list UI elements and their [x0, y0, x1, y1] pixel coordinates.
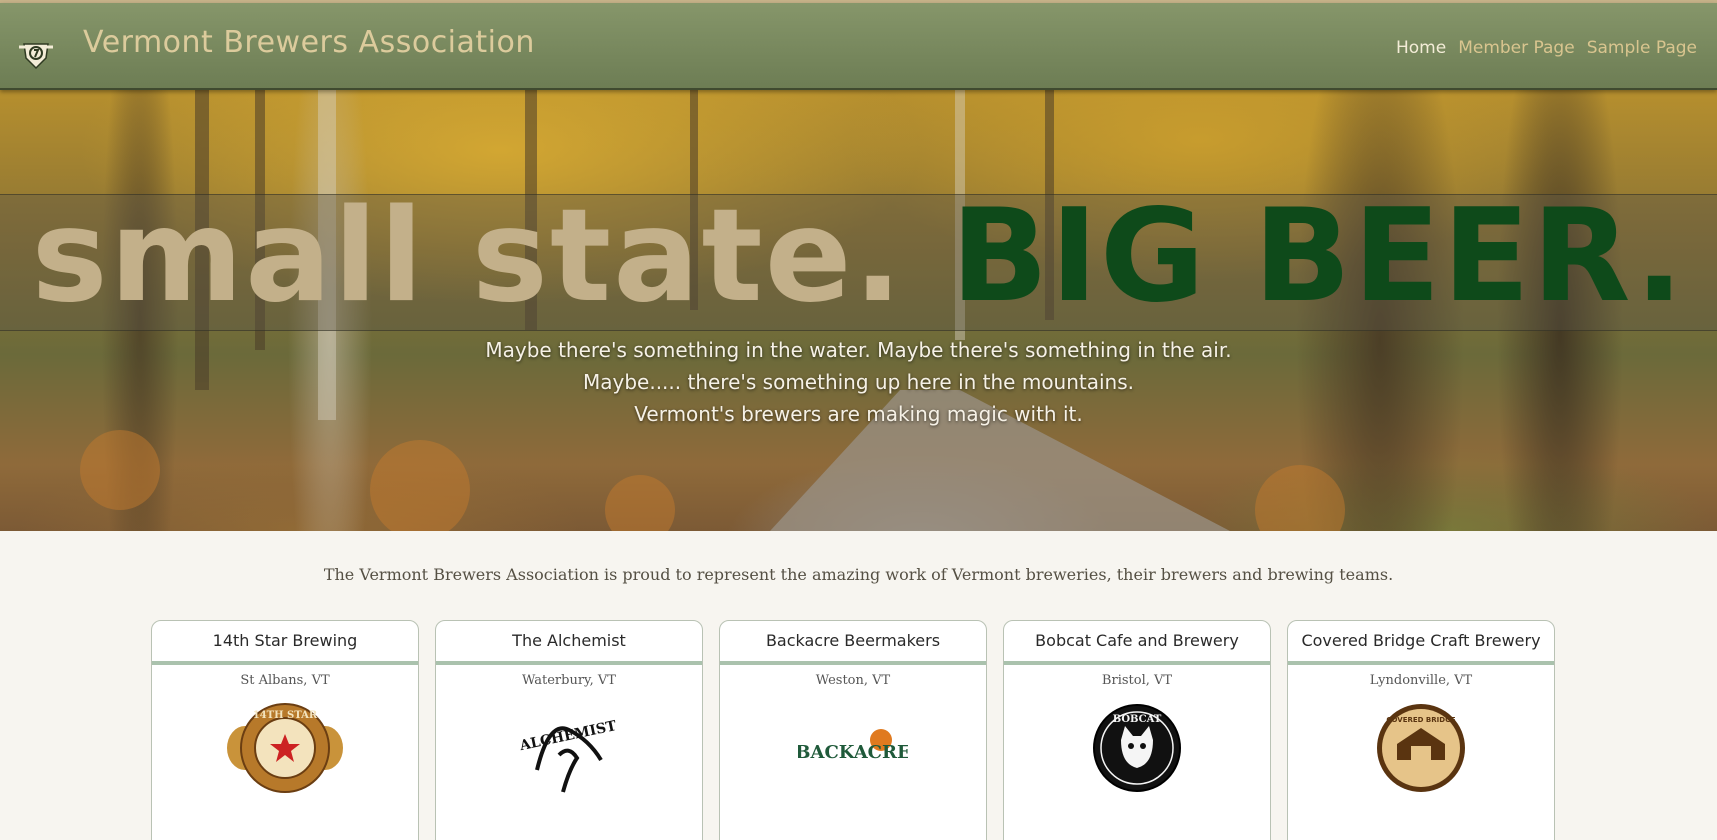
alchemist-logo-icon[interactable]: ALCHEMIST — [519, 700, 619, 796]
headline-small-state: small state. — [31, 182, 905, 331]
brewery-location: St Albans, VT — [240, 673, 330, 688]
bobcat-logo-icon[interactable]: BOBCAT — [1089, 700, 1185, 796]
hero-subtext: Maybe there's something in the water. Ma… — [0, 334, 1717, 430]
brewery-name[interactable]: Bobcat Cafe and Brewery — [1004, 621, 1270, 665]
hero-subtext-line: Maybe..... there's something up here in … — [582, 370, 1135, 394]
nav-home[interactable]: Home — [1396, 38, 1446, 58]
headline-big-beer: BIG BEER. — [950, 182, 1686, 331]
brewery-location: Weston, VT — [815, 673, 891, 688]
main-nav: Home Member Page Sample Page — [1396, 38, 1697, 58]
backacre-logo-icon[interactable]: BACKACRE — [798, 718, 908, 778]
logo-lettering: BOBCAT — [1113, 714, 1162, 725]
brewery-name[interactable]: 14th Star Brewing — [152, 621, 418, 665]
brewery-location: Waterbury, VT — [522, 673, 616, 688]
brewery-card[interactable]: The Alchemist Waterbury, VT ALCHEMIST — [435, 620, 703, 840]
nav-member-page[interactable]: Member Page — [1458, 38, 1575, 58]
nav-sample-page[interactable]: Sample Page — [1587, 38, 1697, 58]
brewery-name[interactable]: Covered Bridge Craft Brewery — [1288, 621, 1554, 665]
covered-bridge-logo-icon[interactable]: COVERED BRIDGE — [1373, 700, 1469, 796]
brewery-card[interactable]: 14th Star Brewing St Albans, VT 14TH STA… — [151, 620, 419, 840]
brewery-card[interactable]: Bobcat Cafe and Brewery Bristol, VT BOBC… — [1003, 620, 1271, 840]
intro-text: The Vermont Brewers Association is proud… — [323, 565, 1394, 584]
brewery-location: Bristol, VT — [1101, 673, 1173, 688]
hero-banner: small state. BIG BEER. Maybe there's som… — [0, 90, 1717, 531]
logo-lettering: 14TH STAR — [253, 710, 318, 721]
logo-lettering: COVERED BRIDGE — [1386, 716, 1455, 724]
brewery-name[interactable]: The Alchemist — [436, 621, 702, 665]
brewery-card-list: 14th Star Brewing St Albans, VT 14TH STA… — [151, 620, 1555, 840]
logo-lettering: BACKACRE — [798, 742, 908, 763]
page: Vermont Brewers Association Home Member … — [0, 0, 1717, 840]
14th-star-logo-icon[interactable]: 14TH STAR — [225, 700, 345, 796]
hero-subtext-line: Maybe there's something in the water. Ma… — [485, 338, 1232, 362]
brewery-location: Lyndonville, VT — [1369, 673, 1473, 688]
brewery-card[interactable]: Covered Bridge Craft Brewery Lyndonville… — [1287, 620, 1555, 840]
vba-shield-logo-icon[interactable] — [16, 34, 56, 74]
site-header: Vermont Brewers Association Home Member … — [0, 3, 1717, 90]
brewery-card[interactable]: Backacre Beermakers Weston, VT BACKACRE — [719, 620, 987, 840]
site-title[interactable]: Vermont Brewers Association — [83, 25, 535, 60]
brewery-name[interactable]: Backacre Beermakers — [720, 621, 986, 665]
hero-subtext-line: Vermont's brewers are making magic with … — [634, 402, 1083, 426]
hero-headline: small state. BIG BEER. — [0, 182, 1717, 332]
